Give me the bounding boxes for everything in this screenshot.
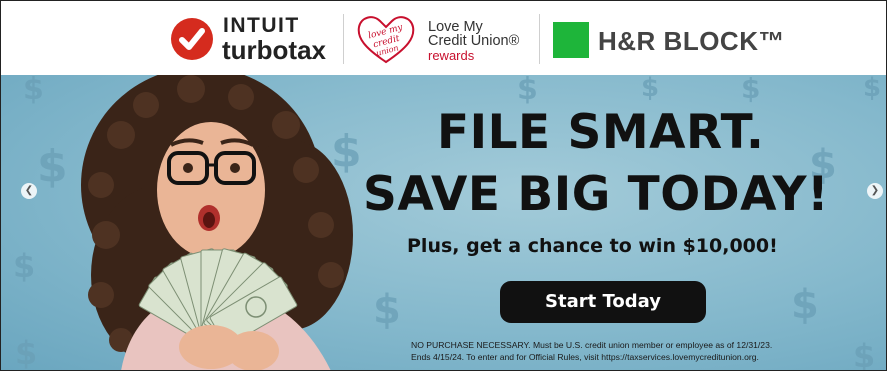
love-my-credit-union-heart-logo: love my credit union (357, 16, 415, 64)
lmcu-rewards: rewards (428, 48, 475, 63)
dollar-sign-icon: $ (15, 334, 38, 371)
carousel-next-button[interactable]: ❯ (867, 183, 883, 199)
woman-holding-cash-image (81, 75, 353, 370)
headline-line2: SAVE BIG TODAY! (363, 167, 830, 222)
partner-logo-bar: INTUIT turbotax love my credit union Lov… (1, 1, 886, 75)
dollar-sign-icon: $ (23, 75, 44, 107)
dollar-sign-icon: $ (863, 75, 882, 103)
dollar-sign-icon: $ (741, 75, 761, 105)
promo-banner[interactable]: $ $ $ $ $ $ $ $ $ $ $ $ $ FILE SMART. SA… (1, 75, 886, 371)
carousel-prev-button[interactable]: ❮ (21, 183, 37, 199)
turbotax-wordmark: turbotax (222, 35, 326, 65)
dollar-sign-icon: $ (641, 75, 660, 103)
prize-subheadline: Plus, get a chance to win $10,000! (407, 235, 778, 257)
hr-block-green-square-icon (553, 22, 589, 58)
hr-block-wordmark: H&R BLOCK™ (598, 26, 785, 56)
headline-line1: FILE SMART. (437, 105, 765, 160)
disclaimer-line2: Ends 4/15/24. To enter and for Official … (411, 352, 759, 362)
dollar-sign-icon: $ (13, 247, 36, 285)
logo-divider (539, 14, 540, 64)
start-today-button[interactable]: Start Today (500, 281, 706, 323)
lmcu-line2: Credit Union® (428, 33, 520, 49)
promo-card: INTUIT turbotax love my credit union Lov… (0, 0, 887, 371)
logo-divider (343, 14, 344, 64)
turbotax-check-icon (171, 18, 213, 60)
chevron-left-icon: ❮ (24, 185, 34, 196)
disclaimer-line1: NO PURCHASE NECESSARY. Must be U.S. cred… (411, 340, 773, 350)
dollar-sign-icon: $ (517, 75, 538, 107)
dollar-sign-icon: $ (791, 282, 819, 328)
dollar-sign-icon: $ (853, 337, 876, 371)
chevron-right-icon: ❯ (870, 185, 880, 196)
